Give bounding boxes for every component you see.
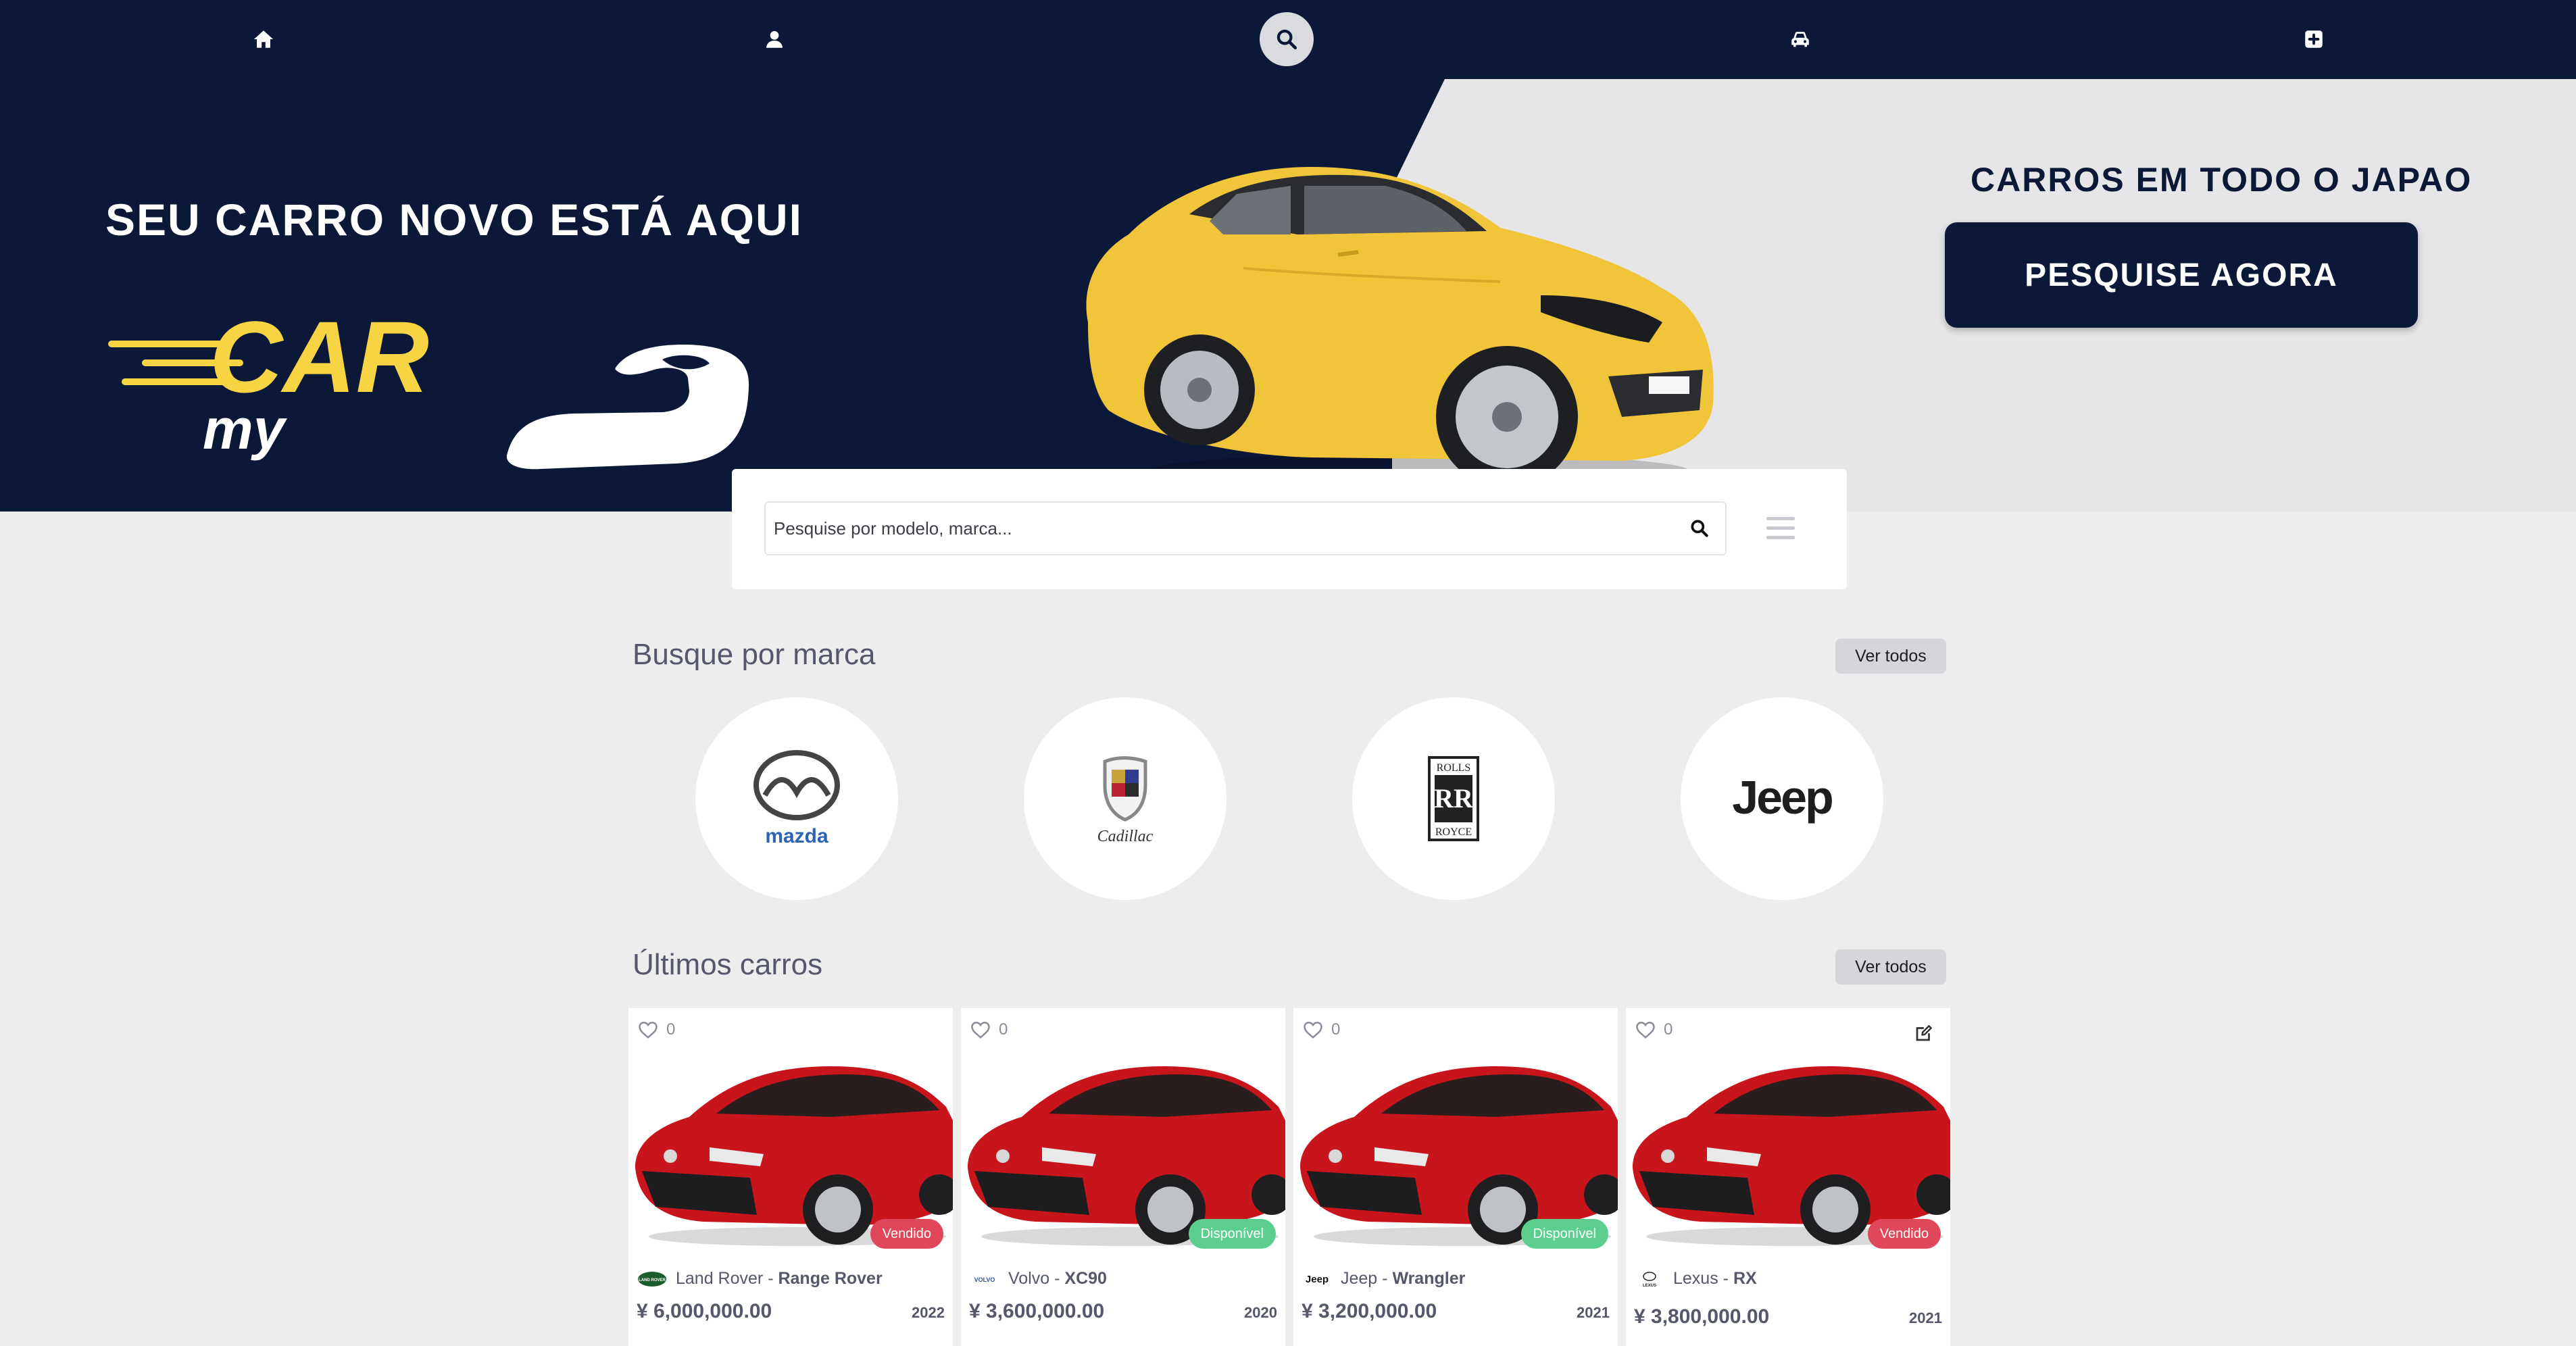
status-badge: Disponível — [1520, 1219, 1608, 1249]
brand-mini-logo-text: LEXUS — [1643, 1284, 1656, 1288]
brand-mini-logo-text: LAND ROVER — [639, 1278, 666, 1282]
cadillac-logo-icon: Cadillac — [1097, 756, 1154, 845]
status-badge: Vendido — [870, 1219, 943, 1249]
brand-mazda[interactable]: mazda — [695, 697, 898, 900]
brand-jeep[interactable]: Jeep — [1681, 697, 1883, 900]
mycar-logo: CAR my — [108, 300, 749, 470]
logo-my-text: my — [203, 397, 288, 461]
cars-see-all-button[interactable]: Ver todos — [1835, 949, 1946, 984]
brands-see-all-button[interactable]: Ver todos — [1835, 639, 1946, 674]
rolls-royce-logo-icon: ROLLS RR ROYCE — [1428, 756, 1479, 841]
hero-tagline: SEU CARRO NOVO ESTÁ AQUI — [105, 195, 803, 245]
car-title-separator: - — [1049, 1269, 1065, 1288]
search-input[interactable] — [774, 503, 1673, 554]
search-submit-icon[interactable] — [1689, 518, 1710, 539]
brand-mini-logo-icon: Jeep — [1306, 1274, 1329, 1285]
car-title: Jeep Jeep - Wrangler — [1302, 1269, 1465, 1289]
car-title-separator: - — [1718, 1269, 1733, 1288]
car-year: 2022 — [912, 1304, 945, 1321]
nav-add-car-button[interactable] — [2287, 12, 2341, 66]
top-navigation — [0, 0, 2576, 79]
nav-search-button[interactable] — [1260, 12, 1314, 66]
edit-icon[interactable] — [1914, 1023, 1934, 1043]
search-field — [764, 501, 1727, 555]
search-card — [732, 469, 1847, 589]
mazda-logo-text: mazda — [765, 825, 828, 847]
cta-title-prefix: CARROS EM — [1971, 161, 2200, 199]
brand-mini-logo-icon: VOLVO — [974, 1276, 995, 1283]
brand-mini-logo-text: VOLVO — [974, 1276, 995, 1283]
brand-rolls-royce[interactable]: ROLLS RR ROYCE — [1352, 697, 1555, 900]
brand-mini-logo-icon: LEXUS — [1643, 1271, 1656, 1288]
car-brand: Land Rover — [676, 1269, 764, 1288]
search-now-button[interactable]: PESQUISE AGORA — [1945, 222, 2418, 328]
car-title: LEXUS Lexus - RX — [1634, 1269, 1757, 1289]
car-card[interactable]: 0 Vendido LAND ROVER Land Rover - Range … — [628, 1008, 953, 1346]
status-badge: Vendido — [1867, 1219, 1941, 1249]
rr-logo-bottom-text: ROYCE — [1435, 826, 1472, 838]
plus-square-icon — [2305, 30, 2323, 48]
nav-home-button[interactable] — [237, 12, 291, 66]
hero-cta-title: CARROS EM TODO O JAPAO — [1971, 160, 2472, 199]
car-model: XC90 — [1064, 1269, 1107, 1288]
car-year: 2021 — [1577, 1304, 1610, 1321]
nav-cars-button[interactable] — [1773, 12, 1827, 66]
car-card[interactable]: 0 Vendido LEXUS Lexus - RX ¥ 3,800,000.0… — [1626, 1008, 1950, 1346]
car-year: 2021 — [1909, 1310, 1942, 1326]
car-price: ¥ 6,000,000.00 — [637, 1300, 772, 1322]
logo-car-text: CAR — [209, 300, 429, 414]
car-model: Range Rover — [778, 1269, 883, 1288]
rr-logo-monogram: RR — [1434, 783, 1474, 814]
car-model: Wrangler — [1392, 1269, 1466, 1288]
brand-mini-logo-text: Jeep — [1306, 1274, 1329, 1285]
car-price: ¥ 3,600,000.00 — [969, 1300, 1105, 1322]
jeep-logo-icon: Jeep — [1732, 771, 1834, 824]
jeep-logo-text: Jeep — [1732, 771, 1832, 824]
search-icon — [1277, 29, 1297, 50]
car-icon — [1791, 32, 1809, 47]
car-price: ¥ 3,800,000.00 — [1634, 1305, 1770, 1328]
car-brand: Volvo — [1008, 1269, 1050, 1288]
car-title: VOLVO Volvo - XC90 — [969, 1269, 1107, 1289]
car-brand: Jeep — [1341, 1269, 1378, 1288]
mazda-logo-icon: mazda — [753, 750, 840, 847]
brand-mini-logo-icon: LAND ROVER — [638, 1271, 666, 1287]
home-icon — [253, 30, 274, 48]
brand-cadillac[interactable]: Cadillac — [1024, 697, 1227, 900]
hero-yellow-car-image — [1086, 167, 1714, 489]
car-price: ¥ 3,200,000.00 — [1302, 1300, 1437, 1322]
car-brand: Lexus — [1673, 1269, 1718, 1288]
nav-profile-button[interactable] — [747, 12, 801, 66]
cadillac-logo-text: Cadillac — [1097, 828, 1154, 845]
car-card[interactable]: 0 Disponível VOLVO Volvo - XC90 ¥ 3,600,… — [961, 1008, 1285, 1346]
brands-section-title: Busque por marca — [633, 638, 876, 671]
car-title-separator: - — [763, 1269, 778, 1288]
car-model: RX — [1733, 1269, 1757, 1288]
car-title: LAND ROVER Land Rover - Range Rover — [637, 1269, 883, 1289]
filter-menu-icon[interactable] — [1764, 514, 1798, 543]
car-title-separator: - — [1377, 1269, 1393, 1288]
user-icon — [766, 30, 783, 48]
status-badge: Disponível — [1188, 1219, 1276, 1249]
cars-section-title: Últimos carros — [633, 948, 823, 981]
cta-title-bold: TODO O JAPAO — [2200, 161, 2473, 199]
car-card[interactable]: 0 Disponível Jeep Jeep - Wrangler ¥ 3,20… — [1293, 1008, 1618, 1346]
rr-logo-top-text: ROLLS — [1437, 762, 1471, 774]
car-year: 2020 — [1244, 1304, 1277, 1321]
hero-banner: SEU CARRO NOVO ESTÁ AQUI CAR my CARROS E… — [0, 79, 2576, 512]
